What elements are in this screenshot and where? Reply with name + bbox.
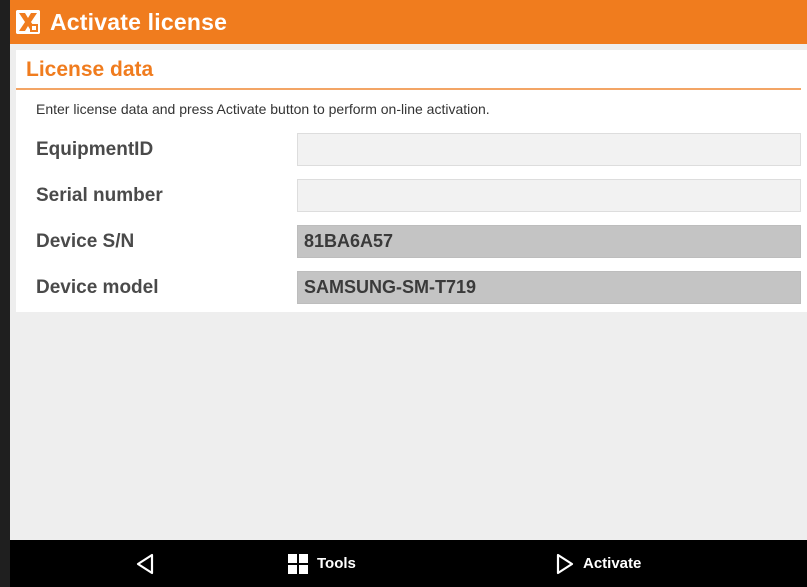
device-sn-label: Device S/N: [36, 231, 135, 252]
back-triangle-icon: [135, 553, 155, 575]
activate-label: Activate: [583, 555, 642, 572]
left-edge-strip: [0, 0, 10, 587]
instructions-text: Enter license data and press Activate bu…: [36, 101, 490, 117]
section-header: License data: [16, 50, 801, 90]
equipment-id-input[interactable]: [297, 133, 801, 166]
device-sn-field: 81BA6A57: [297, 225, 801, 258]
content-area: License data Enter license data and pres…: [10, 44, 807, 540]
grid-icon: [287, 553, 309, 575]
serial-number-label: Serial number: [36, 185, 163, 206]
play-outline-icon: [555, 553, 575, 575]
title-bar: Activate license: [10, 0, 807, 44]
app-logo-icon: [16, 10, 40, 34]
device-model-field: SAMSUNG-SM-T719: [297, 271, 801, 304]
equipment-id-label: EquipmentID: [36, 139, 154, 160]
device-sn-value: 81BA6A57: [304, 231, 394, 251]
serial-number-input[interactable]: [297, 179, 801, 212]
window-title: Activate license: [50, 8, 228, 35]
tools-label: Tools: [317, 555, 356, 572]
device-model-label: Device model: [36, 277, 159, 298]
license-data-panel: License data Enter license data and pres…: [16, 50, 807, 312]
activate-button[interactable]: Activate: [555, 540, 641, 587]
back-button[interactable]: [135, 540, 155, 587]
section-title: License data: [26, 58, 154, 81]
device-model-value: SAMSUNG-SM-T719: [304, 277, 477, 297]
tools-button[interactable]: Tools: [287, 540, 356, 587]
bottom-nav-bar: Tools Activate: [10, 540, 807, 587]
activate-license-screen: Activate license License data Enter lice…: [0, 0, 807, 587]
